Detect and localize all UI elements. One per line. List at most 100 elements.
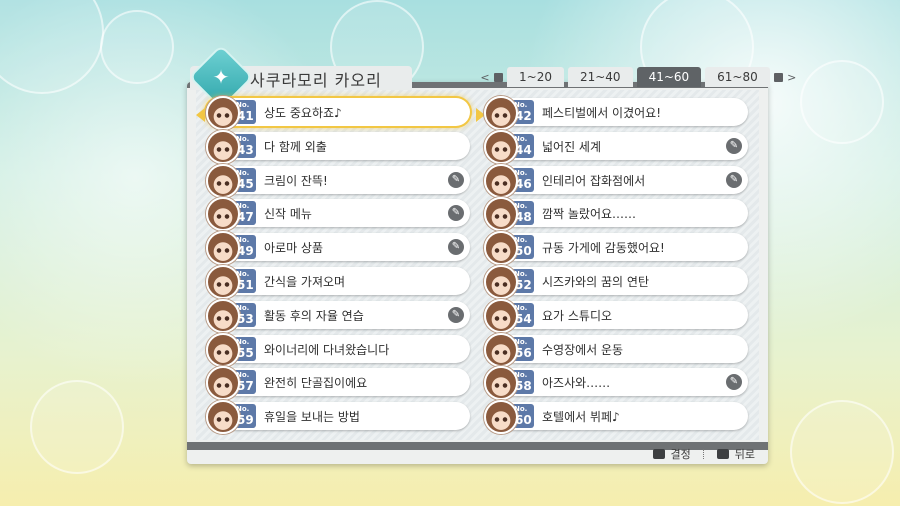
episode-title: 아로마 상품 [264,241,324,256]
episode-number: 46 [515,176,532,191]
episode-title: 다 함께 외출 [264,139,327,154]
avatar [484,366,518,401]
footer-divider [702,449,705,459]
episode-number: 52 [515,278,532,292]
avatar [206,298,240,333]
avatar [484,96,518,130]
episode-title: 아즈사와…… [542,376,611,391]
episode-number: 45 [237,176,254,191]
number-prefix: No. [236,168,250,177]
episode-number: 59 [237,413,254,428]
paperclip-icon: ✎ [726,137,742,154]
avatar [206,197,240,232]
episode-number: 55 [237,345,254,360]
episode-row[interactable]: No. 44 넓어진 세계 ✎ [484,129,748,164]
tab-prev-arrow-icon[interactable]: < [480,71,490,84]
tab-41-60[interactable]: 41~60 [636,67,702,87]
tab-21-40[interactable]: 21~40 [567,67,633,87]
episode-row[interactable]: No. 58 아즈사와…… ✎ [484,366,748,401]
avatar [484,231,518,266]
episode-number: 58 [515,379,532,394]
paperclip-icon: ✎ [726,374,742,391]
avatar [484,129,518,164]
episode-title: 깜짝 놀랐어요…… [542,207,637,222]
selection-cursor-left-icon [196,108,205,122]
background-bubble [800,60,884,144]
number-prefix: No. [514,405,528,414]
tab-61-80[interactable]: 61~80 [705,67,770,87]
avatar [206,129,240,164]
avatar [484,298,518,333]
enter-key-icon [652,449,665,459]
episode-title: 호텔에서 뷔페♪ [542,410,620,425]
episode-number: 57 [237,379,254,394]
episode-row[interactable]: No. 48 깜짝 놀랐어요…… [484,197,748,232]
avatar [206,366,240,401]
episode-title: 규동 가게에 감동했어요! [542,241,665,256]
episode-row[interactable]: No. 55 와이너리에 다녀왔습니다 [206,332,470,367]
episode-title: 신작 메뉴 [264,207,312,222]
number-prefix: No. [514,101,528,109]
episode-row[interactable]: No. 50 규동 가게에 감동했어요! [484,231,748,266]
episode-title: 인테리어 잡화점에서 [542,173,646,188]
episode-row[interactable]: No. 43 다 함께 외출 [206,129,470,164]
episode-title: 시즈카와의 꿈의 연탄 [542,275,649,289]
back-label[interactable]: 뒤로 [735,446,755,462]
number-prefix: No. [236,371,250,380]
avatar [206,163,240,198]
episode-row[interactable]: No. 51 간식을 가져오며 [206,265,470,299]
avatar [484,265,518,299]
episode-row[interactable]: No. 49 아로마 상품 ✎ [206,231,470,266]
number-prefix: No. [514,202,528,211]
episode-title: 와이너리에 다녀왔습니다 [264,342,390,357]
number-prefix: No. [236,236,250,245]
episode-row[interactable]: No. 45 크림이 잔뜩! ✎ [206,163,470,198]
episode-number: 49 [237,244,254,259]
number-prefix: No. [236,270,250,278]
episode-row[interactable]: No. 52 시즈카와의 꿈의 연탄 [484,265,748,299]
episode-number: 53 [237,311,254,326]
character-name: 사쿠라모리 카오리 [250,71,382,90]
episode-row[interactable]: No. 60 호텔에서 뷔페♪ [484,400,748,435]
episode-number: 51 [237,278,254,292]
tab-next-arrow-icon[interactable]: > [787,71,797,84]
background-bubble [30,380,124,474]
background-bubble [790,400,894,504]
avatar [206,400,240,435]
episode-row[interactable]: No. 47 신작 메뉴 ✎ [206,197,470,232]
episode-row[interactable]: No. 41 상도 중요하죠♪ [206,96,470,130]
background-bubble [100,10,174,84]
number-prefix: No. [514,371,528,380]
episode-row[interactable]: No. 46 인테리어 잡화점에서 ✎ [484,163,748,198]
episode-row[interactable]: No. 59 휴일을 보내는 방법 [206,400,470,435]
episode-title: 요가 스튜디오 [542,308,613,323]
number-prefix: No. [236,101,250,109]
background-bubble [0,0,104,94]
episode-row[interactable]: No. 56 수영장에서 운동 [484,332,748,367]
number-prefix: No. [236,405,250,414]
episode-row[interactable]: No. 42 페스티벌에서 이겼어요! [484,96,748,130]
avatar [484,163,518,198]
episode-number: 44 [515,142,532,157]
episode-title: 완전히 단골집이에요 [264,376,368,391]
confirm-label[interactable]: 결정 [671,446,691,462]
paperclip-icon: ✎ [448,171,464,188]
episode-number: 48 [515,210,532,225]
shoulder-button-right-icon [773,72,783,82]
episode-row[interactable]: No. 54 요가 스튜디오 [484,298,748,333]
episode-row[interactable]: No. 57 완전히 단골집이에요 [206,366,470,401]
avatar [206,231,240,266]
episode-number: 60 [515,413,532,428]
episode-title: 수영장에서 운동 [542,342,624,357]
episode-row[interactable]: No. 53 활동 후의 자율 연습 ✎ [206,298,470,333]
tab-1-20[interactable]: 1~20 [507,67,564,87]
number-prefix: No. [514,270,528,278]
episode-title: 상도 중요하죠♪ [264,106,342,120]
episode-number: 56 [515,345,532,360]
episode-number: 50 [515,244,532,259]
avatar [206,265,240,299]
number-prefix: No. [236,303,250,312]
episode-title: 크림이 잔뜩! [264,173,328,188]
episode-number: 43 [237,142,254,157]
avatar [484,400,518,435]
